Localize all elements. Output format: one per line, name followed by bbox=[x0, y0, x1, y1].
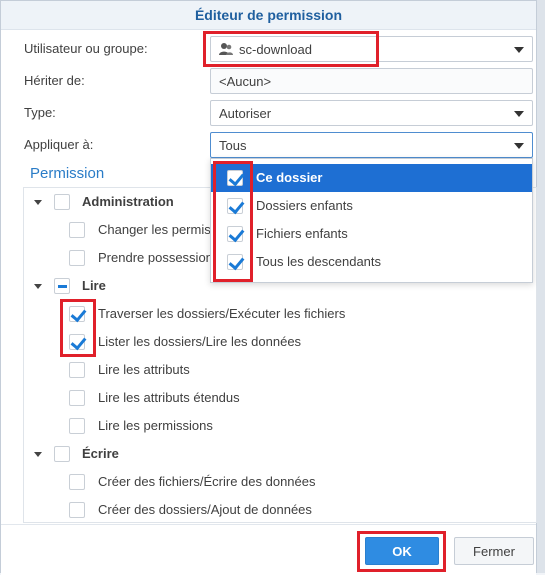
permission-label: Lire les attributs bbox=[98, 362, 190, 377]
dialog-footer: OK Fermer bbox=[1, 524, 536, 575]
permission-label: Traverser les dossiers/Exécuter les fich… bbox=[98, 306, 346, 321]
permission-checkbox[interactable] bbox=[69, 502, 85, 518]
group-checkbox-lire[interactable] bbox=[54, 278, 70, 294]
type-label: Type: bbox=[24, 105, 56, 120]
permission-row: Traverser les dossiers/Exécuter les fich… bbox=[24, 300, 536, 328]
group-label: Lire bbox=[82, 278, 106, 293]
annotation-user-highlight bbox=[203, 31, 379, 67]
group-checkbox-ecrire[interactable] bbox=[54, 446, 70, 462]
permission-label: Lire les permissions bbox=[98, 418, 213, 433]
permission-label: Prendre possession bbox=[98, 250, 213, 265]
annotation-read-checkboxes-highlight bbox=[60, 299, 96, 357]
permission-checkbox[interactable] bbox=[69, 250, 85, 266]
group-checkbox-administration[interactable] bbox=[54, 194, 70, 210]
option-label: Fichiers enfants bbox=[256, 226, 348, 241]
group-row-ecrire: Écrire bbox=[24, 440, 536, 468]
permission-label: Lire les attributs étendus bbox=[98, 390, 240, 405]
type-select[interactable]: Autoriser bbox=[210, 100, 533, 126]
group-label: Administration bbox=[82, 194, 174, 209]
permission-checkbox[interactable] bbox=[69, 222, 85, 238]
apply-to-label: Appliquer à: bbox=[24, 137, 94, 152]
permission-row: Lire les permissions bbox=[24, 412, 536, 440]
inherit-label: Hériter de: bbox=[24, 73, 85, 88]
permission-row: Créer des dossiers/Ajout de données bbox=[24, 496, 536, 522]
apply-option-ce-dossier[interactable]: Ce dossier bbox=[211, 164, 532, 192]
chevron-down-icon bbox=[514, 47, 524, 53]
dialog-title: Éditeur de permission bbox=[1, 1, 536, 30]
collapse-triangle-icon[interactable] bbox=[34, 452, 42, 457]
permission-row: Lire les attributs bbox=[24, 356, 536, 384]
inherit-value: <Aucun> bbox=[219, 74, 272, 89]
permission-label: Créer des dossiers/Ajout de données bbox=[98, 502, 312, 517]
permission-label: Lister les dossiers/Lire les données bbox=[98, 334, 302, 349]
apply-option-fichiers-enfants[interactable]: Fichiers enfants bbox=[211, 220, 532, 248]
apply-option-tous-les-descendants[interactable]: Tous les descendants bbox=[211, 248, 532, 276]
annotation-apply-options-highlight bbox=[213, 161, 253, 282]
chevron-down-icon bbox=[514, 143, 524, 149]
permission-label: Créer des fichiers/Écrire des données bbox=[98, 474, 316, 489]
option-label: Ce dossier bbox=[256, 170, 323, 185]
permission-row: Créer des fichiers/Écrire des données bbox=[24, 468, 536, 496]
type-value: Autoriser bbox=[219, 106, 272, 121]
background-edge bbox=[537, 0, 545, 573]
permission-checkbox[interactable] bbox=[69, 474, 85, 490]
collapse-triangle-icon[interactable] bbox=[34, 200, 42, 205]
group-label: Écrire bbox=[82, 446, 119, 461]
apply-option-dossiers-enfants[interactable]: Dossiers enfants bbox=[211, 192, 532, 220]
inherit-field: <Aucun> bbox=[210, 68, 533, 94]
user-group-label: Utilisateur ou groupe: bbox=[24, 41, 148, 56]
apply-to-select[interactable]: Tous bbox=[210, 132, 533, 158]
option-label: Dossiers enfants bbox=[256, 198, 353, 213]
apply-to-value: Tous bbox=[219, 138, 247, 153]
apply-to-dropdown-list: Ce dossier Dossiers enfants Fichiers enf… bbox=[210, 158, 533, 283]
permission-checkbox[interactable] bbox=[69, 390, 85, 406]
chevron-down-icon bbox=[514, 111, 524, 117]
permission-checkbox[interactable] bbox=[69, 418, 85, 434]
collapse-triangle-icon[interactable] bbox=[34, 284, 42, 289]
permission-row: Lister les dossiers/Lire les données bbox=[24, 328, 536, 356]
permission-checkbox[interactable] bbox=[69, 362, 85, 378]
option-label: Tous les descendants bbox=[256, 254, 382, 269]
permission-editor-dialog: Éditeur de permission Utilisateur ou gro… bbox=[0, 0, 537, 575]
close-button[interactable]: Fermer bbox=[454, 537, 534, 565]
annotation-ok-highlight bbox=[357, 531, 446, 572]
permission-section-title: Permission bbox=[30, 165, 105, 182]
permission-row: Lire les attributs étendus bbox=[24, 384, 536, 412]
